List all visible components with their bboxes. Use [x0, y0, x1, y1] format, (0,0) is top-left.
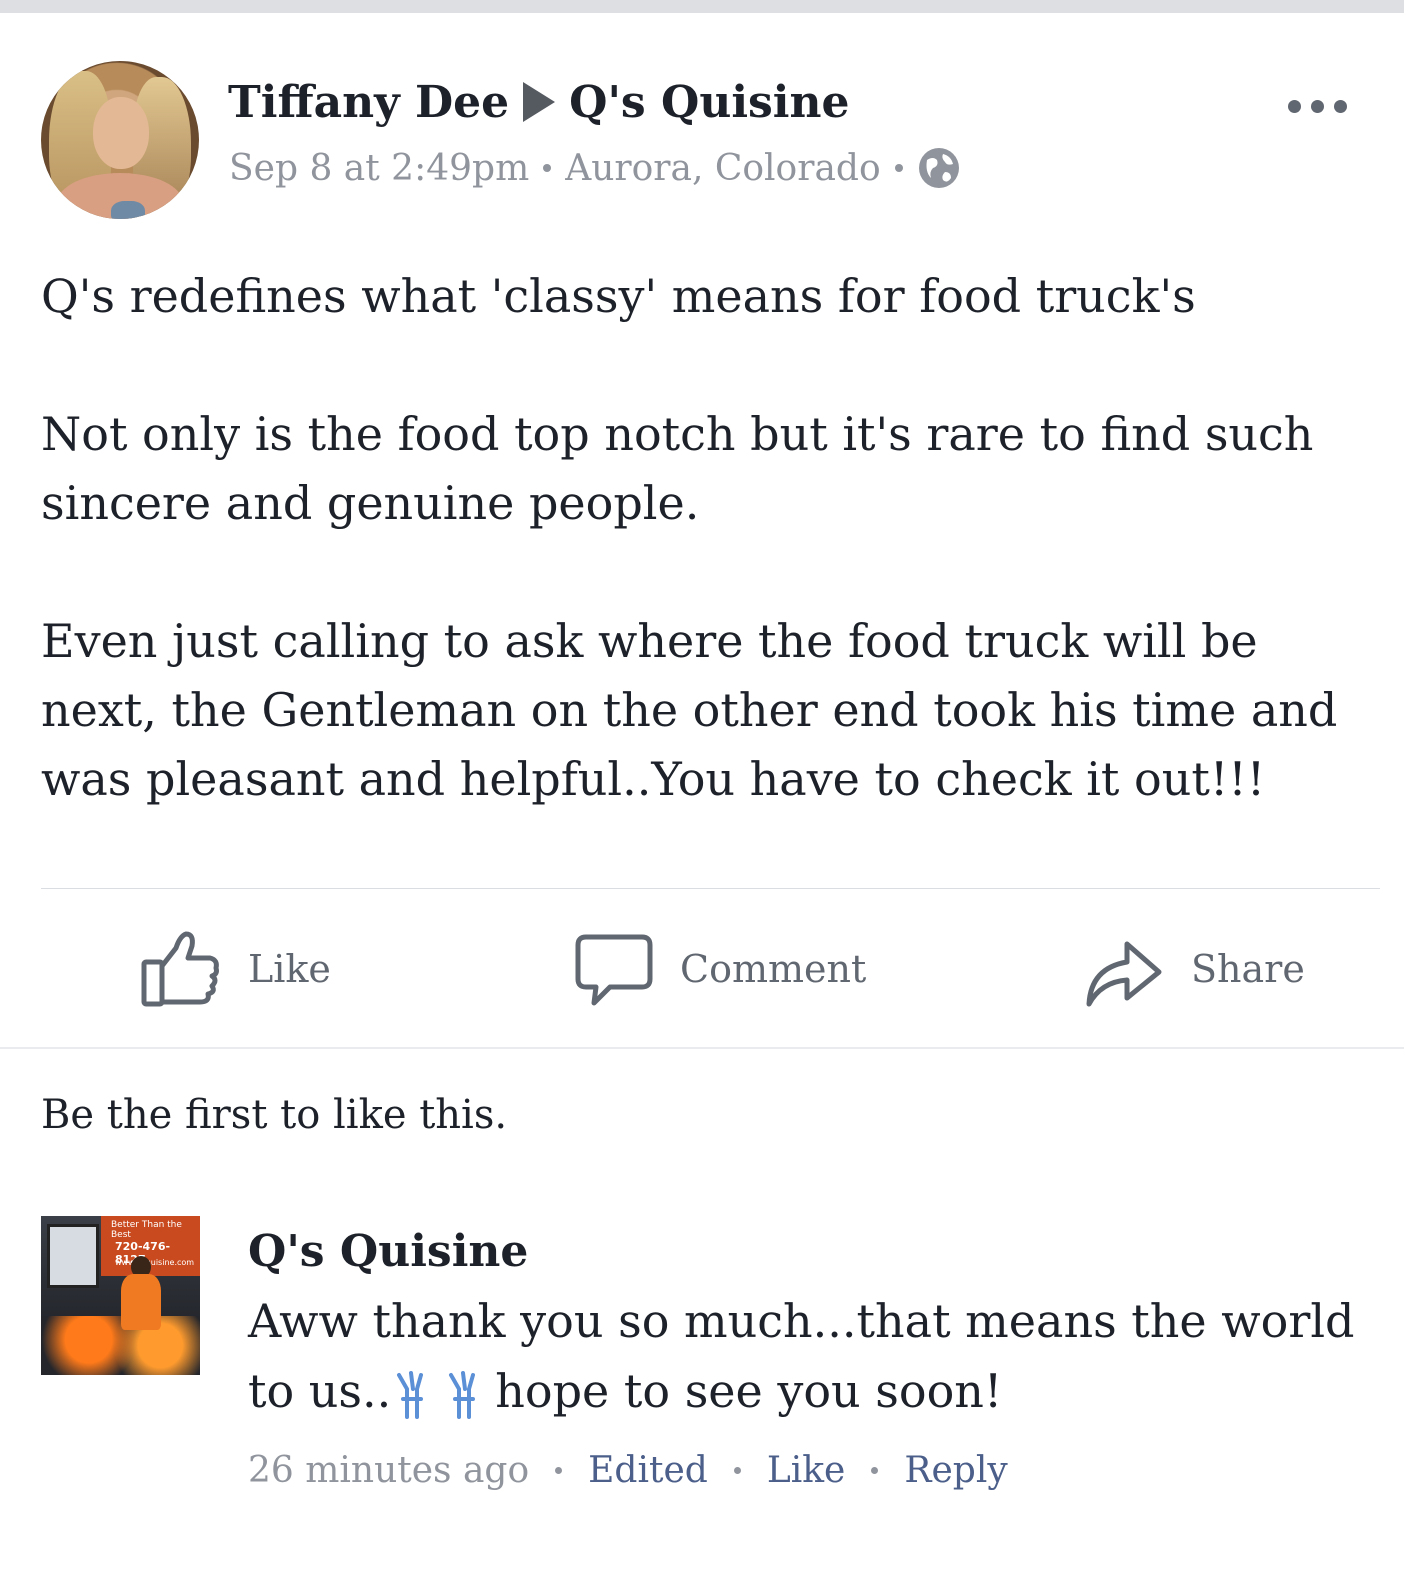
- post-paragraph: Q's redefines what 'classy' means for fo…: [41, 269, 1196, 323]
- comment-button[interactable]: Comment: [574, 924, 866, 1014]
- separator-dot: [894, 164, 903, 172]
- post-timestamp[interactable]: Sep 8 at 2:49pm: [229, 148, 529, 189]
- share-button[interactable]: Share: [1083, 924, 1305, 1014]
- author-name-link[interactable]: Tiffany Dee: [228, 77, 509, 128]
- comment-like-link[interactable]: Like: [767, 1450, 846, 1491]
- comment-text: Aww thank you so much...that means the w…: [248, 1286, 1378, 1426]
- comment-meta: 26 minutes ago Edited Like Reply: [248, 1440, 1008, 1500]
- like-label: Like: [248, 947, 331, 991]
- like-button[interactable]: Like: [140, 924, 331, 1014]
- post-meta: Sep 8 at 2:49pm Aurora, Colorado: [229, 140, 961, 196]
- comment-author-link[interactable]: Q's Quisine: [248, 1226, 528, 1277]
- likes-summary[interactable]: Be the first to like this.: [41, 1092, 507, 1138]
- thumbs-up-icon: [141, 931, 219, 1007]
- share-arrow-icon: [1086, 941, 1162, 1007]
- post-paragraph: Even just calling to ask where the food …: [41, 614, 1338, 806]
- globe-icon[interactable]: [917, 146, 961, 190]
- post-paragraph: Not only is the food top notch but it's …: [41, 407, 1314, 530]
- divider: [0, 1047, 1404, 1049]
- post-body: Q's redefines what 'classy' means for fo…: [41, 262, 1371, 814]
- top-strip: [0, 0, 1404, 13]
- comment-bubble-icon: [575, 934, 653, 1006]
- separator-dot: [543, 164, 552, 172]
- avatar-tagline: Better Than the Best: [111, 1220, 182, 1240]
- separator-dot: [733, 1466, 741, 1474]
- divider: [41, 888, 1380, 889]
- more-options-icon[interactable]: [1288, 96, 1352, 116]
- avatar-website: www.qsquisine.com: [115, 1258, 195, 1267]
- comment-timestamp[interactable]: 26 minutes ago: [248, 1450, 529, 1491]
- target-page-link[interactable]: Q's Quisine: [569, 77, 849, 128]
- right-arrow-icon: [523, 82, 556, 122]
- separator-dot: [555, 1466, 563, 1474]
- post-header: Tiffany Dee Q's Quisine: [228, 72, 850, 132]
- raising-hands-emoji-icon: [397, 1371, 476, 1419]
- comment-label: Comment: [680, 947, 867, 991]
- post-location[interactable]: Aurora, Colorado: [565, 148, 880, 189]
- comment-reply-link[interactable]: Reply: [904, 1450, 1007, 1491]
- share-label: Share: [1191, 947, 1305, 991]
- edited-link[interactable]: Edited: [588, 1450, 708, 1491]
- commenter-avatar[interactable]: Better Than the Best 720-476-8127 www.qs…: [41, 1216, 200, 1375]
- separator-dot: [871, 1466, 879, 1474]
- comment-text-part: hope to see you soon!: [495, 1364, 1003, 1418]
- author-avatar[interactable]: [41, 61, 199, 219]
